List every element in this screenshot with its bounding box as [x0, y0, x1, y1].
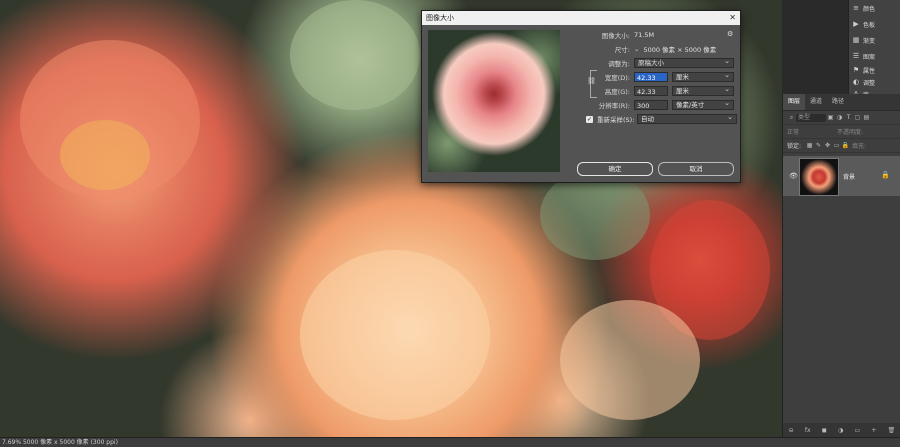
fit-to-select[interactable]: 原稿大小 [634, 57, 734, 68]
fx-icon[interactable]: fx [805, 427, 811, 434]
link-layers-icon[interactable]: ⊖ [789, 427, 794, 434]
layer-thumbnail [799, 158, 839, 196]
group-folder-icon[interactable]: ▭ [854, 427, 860, 434]
image-size-row: 图像大小: 71.5M [572, 28, 738, 42]
fill-label: 填充: [852, 143, 867, 150]
fit-to-row: 调整为: 原稿大小 [572, 56, 738, 70]
filter-text-icon[interactable]: T [844, 114, 853, 121]
mask-icon[interactable]: ◼ [822, 427, 827, 434]
resolution-unit-select[interactable]: 像素/英寸 [672, 99, 734, 110]
lock-row: 锁定: ▦ ✎ ✥ ▭ 🔒 填充: [783, 139, 900, 153]
panel-dock-label: 调整 [863, 79, 876, 87]
dialog-titlebar[interactable]: 图像大小 ✕ [422, 11, 740, 25]
resample-select[interactable]: 自动 [637, 113, 737, 124]
panel-dock-item-adjustments[interactable]: ◐ 调整 [849, 76, 900, 88]
layer-row-background[interactable]: 👁 背景 🔒 [783, 156, 900, 196]
blend-mode-select[interactable]: 正常 [787, 127, 837, 136]
panel-dock-label: 图案 [863, 53, 876, 61]
image-size-dialog: 图像大小 ✕ ⚙ 图像大小: 71.5M 尺寸: ⌄ 5000 像素 × 500… [421, 10, 741, 183]
filter-smart-icon[interactable]: ▤ [862, 114, 871, 121]
new-layer-icon[interactable]: + [871, 427, 876, 434]
resolution-row: 分辨率(R): 300 像素/英寸 [572, 98, 738, 112]
height-unit-select[interactable]: 厘米 [672, 85, 734, 96]
lock-icon: 🔒 [881, 171, 890, 179]
swatches-icon: ▶ [853, 20, 859, 28]
dimensions-row: 尺寸: ⌄ 5000 像素 × 5000 像素 [572, 42, 738, 56]
canvas-flower-center [60, 120, 150, 190]
tab-paths[interactable]: 路径 [827, 94, 849, 110]
link-icon[interactable]: ⛓ [587, 77, 596, 85]
opacity-label: 不透明度: [837, 129, 864, 136]
image-size-label: 图像大小: [601, 32, 630, 40]
search-icon: ⌕ [789, 113, 794, 121]
resolution-label: 分辨率(R): [598, 102, 630, 110]
panel-dock-label: 颜色 [863, 5, 876, 13]
panel-dock-item-properties[interactable]: ⚑ 属性 [849, 64, 900, 76]
lock-move-icon[interactable]: ✥ [823, 142, 832, 149]
lock-pixels-icon[interactable]: ▦ [805, 142, 814, 149]
canvas-flower [560, 300, 700, 420]
tab-layers[interactable]: 图层 [783, 94, 806, 110]
dimensions-label: 尺寸: [614, 46, 630, 54]
chevron-down-icon[interactable]: ⌄ [634, 45, 639, 53]
height-label: 高度(G): [604, 88, 630, 96]
panel-dock-item-patterns[interactable]: ☰ 图案 [849, 48, 900, 64]
resolution-input[interactable]: 300 [634, 100, 668, 110]
pattern-icon: ☰ [852, 52, 860, 60]
filter-shape-icon[interactable]: ▢ [853, 114, 862, 121]
panel-dock-label: 渐变 [863, 37, 876, 45]
canvas-leaf [290, 0, 420, 110]
panel-dock-item-color[interactable]: ≡ 颜色 [849, 0, 900, 16]
dimensions-value: 5000 像素 × 5000 像素 [643, 46, 717, 54]
lock-artboard-icon[interactable]: ▭ [832, 142, 841, 149]
color-icon: ≡ [853, 4, 859, 12]
lock-all-icon[interactable]: 🔒 [841, 142, 850, 149]
resample-row: ✓ 重新采样(S): 自动 [572, 112, 738, 126]
filter-pixel-icon[interactable]: ▣ [826, 114, 835, 121]
canvas-leaf [540, 170, 650, 260]
layers-panel-footer: ⊖ fx ◼ ◑ ▭ + 🗑 [783, 423, 900, 437]
close-icon[interactable]: ✕ [729, 11, 736, 25]
lock-label: 锁定: [787, 143, 802, 150]
filter-adjust-icon[interactable]: ◑ [835, 114, 844, 121]
layer-filter-row: ⌕ 类型 ▣ ◑ T ▢ ▤ [783, 111, 900, 125]
blend-row: 正常 不透明度: [783, 125, 900, 139]
panel-dock: ≡颜色 ▶色板 ▦渐变 ☰图案 ⚑属性 ◐调整 A库 [848, 0, 900, 99]
lock-brush-icon[interactable]: ✎ [814, 142, 823, 149]
canvas-flower [300, 250, 490, 420]
resample-label: 重新采样(S): [597, 116, 635, 124]
gear-icon[interactable]: ⚙ [727, 30, 733, 38]
image-size-value: 71.5M [634, 31, 655, 39]
ok-button[interactable]: 确定 [577, 162, 653, 176]
panel-dock-item-gradients[interactable]: ▦ 渐变 [849, 32, 900, 48]
fit-to-label: 调整为: [608, 60, 630, 68]
tab-channels[interactable]: 通道 [805, 94, 827, 110]
gradient-icon: ▦ [852, 36, 860, 44]
cancel-button[interactable]: 取消 [658, 162, 734, 176]
panel-dock-label: 色板 [863, 21, 876, 29]
layer-name: 背景 [843, 174, 856, 181]
image-preview[interactable] [428, 30, 560, 172]
width-unit-select[interactable]: 厘米 [672, 71, 734, 82]
adjustment-layer-icon[interactable]: ◑ [838, 427, 843, 434]
layer-filter-input[interactable]: 类型 [796, 113, 826, 122]
width-input[interactable]: 42.33 [634, 72, 668, 82]
panel-dock-label: 属性 [863, 67, 876, 75]
panel-dock-item-swatches[interactable]: ▶ 色板 [849, 16, 900, 32]
trash-icon[interactable]: 🗑 [888, 427, 896, 434]
layers-panel: 图层 通道 路径 ⌕ 类型 ▣ ◑ T ▢ ▤ 正常 不透明度: 锁定: ▦ ✎… [782, 94, 900, 437]
dialog-title: 图像大小 [426, 14, 454, 22]
height-input[interactable]: 42.33 [634, 86, 668, 96]
width-label: 宽度(D): [604, 74, 630, 82]
resample-checkbox[interactable]: ✓ [586, 115, 593, 123]
layers-panel-tabs: 图层 通道 路径 [783, 94, 900, 111]
visibility-eye-icon[interactable]: 👁 [789, 172, 798, 180]
properties-icon: ⚑ [852, 66, 860, 74]
adjustments-icon: ◐ [852, 78, 860, 86]
